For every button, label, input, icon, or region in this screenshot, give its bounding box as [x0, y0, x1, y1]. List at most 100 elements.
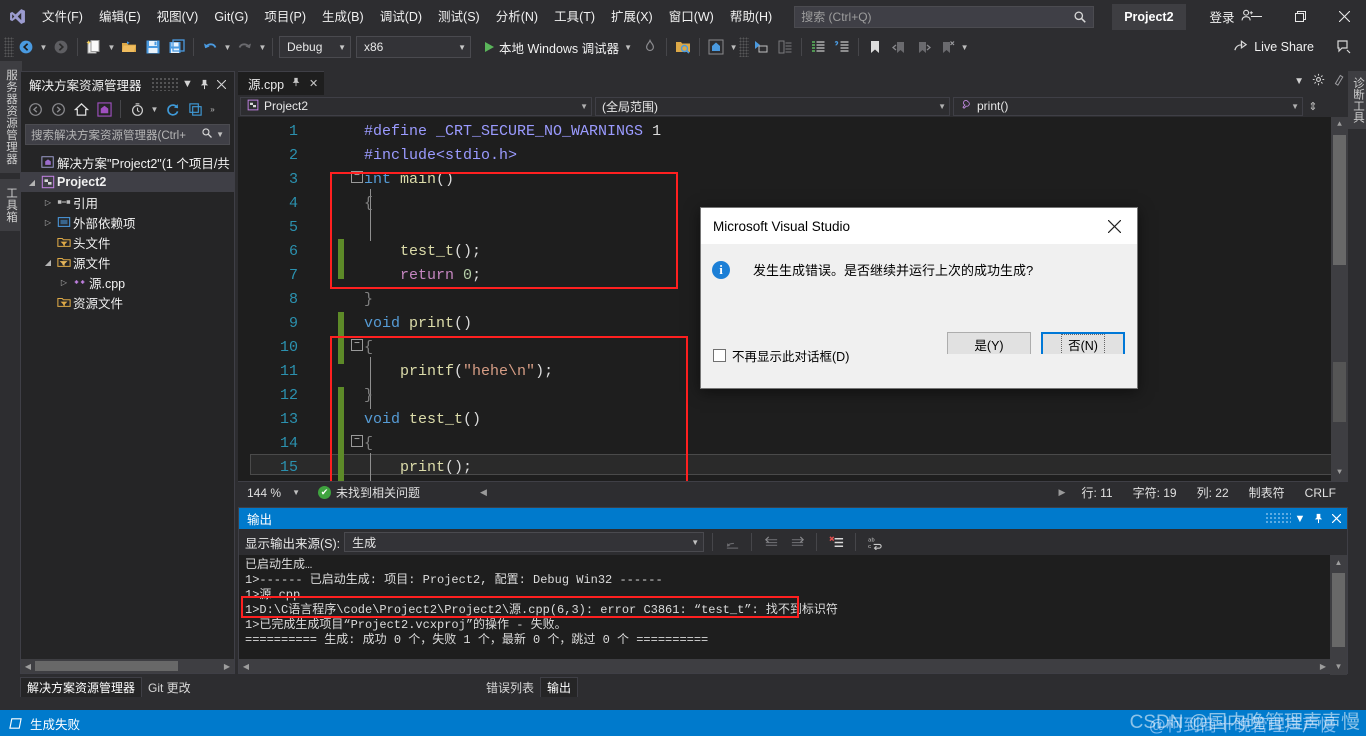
chevron-right-icon[interactable]: ▷ — [57, 272, 71, 292]
clear-output-icon[interactable] — [825, 531, 847, 553]
panel-pin-icon[interactable] — [196, 75, 213, 93]
menu-test[interactable]: 测试(S) — [430, 5, 488, 29]
go-to-next-message-icon[interactable] — [786, 531, 808, 553]
tree-item-references[interactable]: ▷ 引用 — [21, 192, 234, 212]
dialog-dont-show-again-row[interactable]: 不再显示此对话框(D) — [713, 346, 849, 365]
code-line[interactable]: return 0; — [364, 267, 481, 284]
search-dropdown-icon[interactable]: ▼ — [213, 130, 227, 139]
scroll-right-icon[interactable]: ▶ — [220, 662, 234, 671]
pending-changes-icon[interactable] — [126, 98, 148, 120]
search-input[interactable]: 搜索 (Ctrl+Q) — [794, 5, 1095, 28]
navigate-forward-icon[interactable] — [49, 36, 73, 58]
code-line[interactable]: } — [364, 291, 373, 308]
find-message-icon[interactable] — [721, 531, 743, 553]
tab-error-list[interactable]: 错误列表 — [480, 677, 540, 697]
tab-output[interactable]: 输出 — [540, 677, 579, 697]
navbar-member-select[interactable]: print() ▼ — [953, 96, 1303, 116]
fold-toggle-main[interactable]: − — [351, 171, 363, 183]
solution-toolbar-overflow-icon[interactable]: » — [207, 98, 218, 120]
toggle-word-wrap-icon[interactable]: ab c — [864, 531, 886, 553]
navbar-project-select[interactable]: Project2 ▼ — [240, 96, 592, 116]
chevron-down-icon[interactable]: ◢ — [41, 252, 55, 272]
next-bookmark-icon[interactable] — [911, 36, 935, 58]
panel-close-icon[interactable] — [1327, 509, 1345, 528]
dont-show-again-checkbox[interactable] — [713, 349, 726, 362]
code-line[interactable]: #include<stdio.h> — [364, 147, 517, 164]
solution-platform-select[interactable]: x86 ▼ — [356, 36, 471, 58]
tab-pin-icon[interactable] — [289, 77, 302, 90]
pending-changes-dropdown-icon[interactable]: ▼ — [149, 98, 160, 120]
panel-close-icon[interactable] — [213, 75, 230, 93]
project-chip[interactable]: Project2 — [1112, 3, 1186, 30]
menu-help[interactable]: 帮助(H) — [722, 5, 780, 29]
issues-indicator[interactable]: ✔ 未找到相关问题 — [318, 484, 420, 501]
split-editor-icon[interactable]: ⇕ — [1306, 100, 1320, 113]
vtab-server-explorer[interactable]: 服务器资源管理器 — [0, 61, 22, 173]
scroll-right-icon[interactable]: ▶ — [1316, 662, 1330, 671]
scroll-thumb[interactable] — [35, 661, 178, 671]
scroll-thumb-secondary[interactable] — [1333, 362, 1346, 422]
back-icon[interactable] — [24, 98, 46, 120]
tree-item-solution[interactable]: 解决方案"Project2"(1 个项目/共 — [21, 152, 234, 172]
panel-menu-chevron-icon[interactable]: ▼ — [1291, 509, 1309, 528]
redo-dropdown-icon[interactable]: ▼ — [257, 36, 268, 58]
tree-item-resource-files[interactable]: 资源文件 — [21, 292, 234, 312]
scroll-down-icon[interactable]: ▼ — [1330, 659, 1347, 675]
diagnostic-tools-icon[interactable] — [1333, 73, 1346, 89]
tab-git-changes[interactable]: Git 更改 — [142, 677, 197, 697]
scroll-up-icon[interactable]: ▲ — [1331, 117, 1348, 133]
issues-prev-icon[interactable]: ◀ — [480, 487, 487, 498]
collapse-all-icon[interactable] — [184, 98, 206, 120]
code-line[interactable]: printf("hehe\n"); — [364, 363, 553, 380]
tree-item-external-dependencies[interactable]: ▷ 外部依赖项 — [21, 212, 234, 232]
panel-drag-dots-icon[interactable] — [1265, 512, 1291, 525]
solution-view-icon[interactable] — [93, 98, 115, 120]
uncomment-lines-icon[interactable] — [830, 36, 854, 58]
scroll-left-icon[interactable]: ◀ — [21, 662, 35, 671]
output-source-select[interactable]: 生成 ▼ — [344, 532, 705, 552]
chevron-down-icon[interactable]: ◢ — [25, 172, 39, 192]
toolbox-window-icon[interactable] — [773, 36, 797, 58]
code-line[interactable]: #define _CRT_SECURE_NO_WARNINGS 1 — [364, 123, 661, 140]
new-project-icon[interactable] — [82, 36, 106, 58]
menu-extensions[interactable]: 扩展(X) — [603, 5, 661, 29]
code-line[interactable]: } — [364, 387, 373, 404]
scroll-thumb[interactable] — [1333, 135, 1346, 265]
code-line[interactable]: test_t(); — [364, 243, 481, 260]
document-tab-source-cpp[interactable]: 源.cpp ✕ — [238, 71, 325, 95]
live-share-button[interactable]: Live Share — [1227, 36, 1320, 58]
previous-bookmark-icon[interactable] — [887, 36, 911, 58]
comment-lines-icon[interactable] — [806, 36, 830, 58]
menu-tools[interactable]: 工具(T) — [546, 5, 603, 29]
editor-vertical-scrollbar[interactable]: ▲ ▼ — [1331, 117, 1348, 481]
chevron-right-icon[interactable]: ▷ — [41, 192, 55, 212]
menu-project[interactable]: 项目(P) — [256, 5, 314, 29]
toolbar-grip[interactable] — [739, 37, 750, 57]
find-in-files-icon[interactable] — [671, 36, 695, 58]
code-line[interactable]: void test_t() — [364, 411, 481, 428]
tree-item-source-files[interactable]: ◢ 源文件 — [21, 252, 234, 272]
solution-explorer-icon[interactable] — [704, 36, 728, 58]
code-line[interactable]: { — [364, 339, 373, 356]
chevron-right-icon[interactable]: ▷ — [41, 212, 55, 232]
dialog-close-icon[interactable] — [1091, 208, 1137, 244]
tree-item-project[interactable]: ◢ Project2 — [21, 172, 234, 192]
output-horizontal-scrollbar[interactable]: ◀ ▶ — [239, 659, 1330, 673]
scroll-down-icon[interactable]: ▼ — [1331, 465, 1348, 481]
vtab-toolbox[interactable]: 工具箱 — [0, 179, 22, 231]
output-text[interactable]: 已启动生成… 1>------ 已启动生成: 项目: Project2, 配置:… — [239, 555, 1347, 655]
menu-edit[interactable]: 编辑(E) — [91, 5, 149, 29]
save-file-icon[interactable] — [141, 36, 165, 58]
window-dropdown-icon[interactable]: ▼ — [728, 36, 739, 58]
menu-build[interactable]: 生成(B) — [314, 5, 372, 29]
forward-icon[interactable] — [47, 98, 69, 120]
code-line[interactable]: void print() — [364, 315, 472, 332]
new-project-dropdown-icon[interactable]: ▼ — [106, 36, 117, 58]
fold-toggle-print[interactable]: − — [351, 339, 363, 351]
home-icon[interactable] — [70, 98, 92, 120]
tab-list-chevron-icon[interactable]: ▼ — [1294, 76, 1304, 87]
panel-menu-chevron-icon[interactable]: ▼ — [179, 75, 196, 93]
code-line[interactable]: { — [364, 435, 373, 452]
menu-analyze[interactable]: 分析(N) — [488, 5, 546, 29]
vtab-diagnostic-tools[interactable]: 诊断工具 — [1348, 71, 1366, 129]
